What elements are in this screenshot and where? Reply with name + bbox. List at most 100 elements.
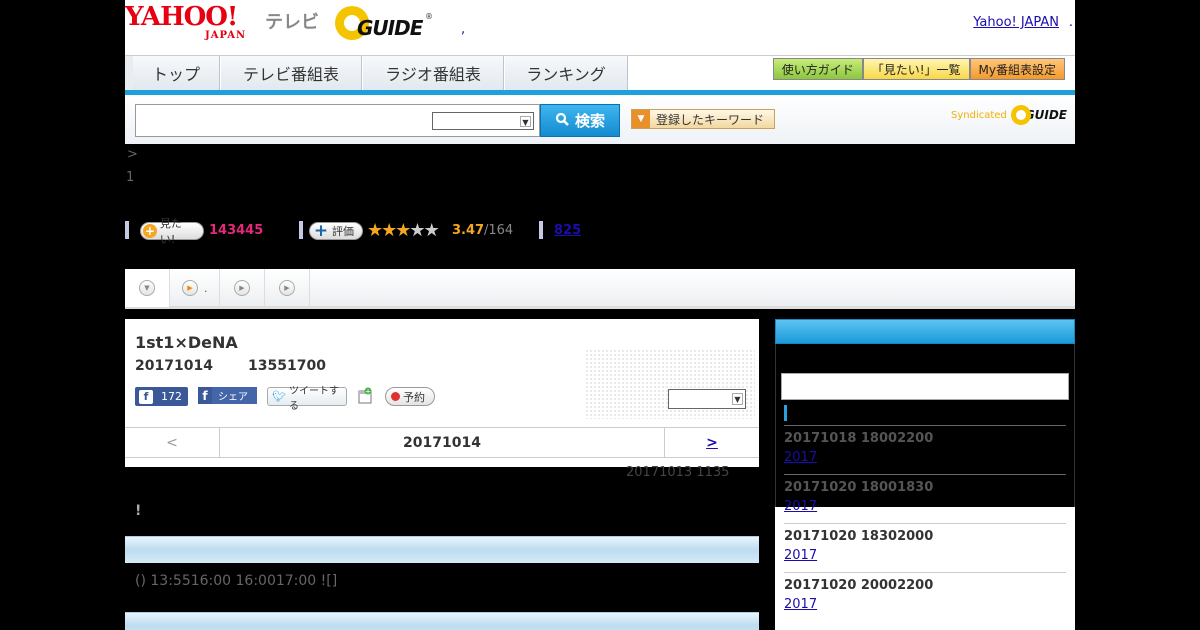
rating-stars: ★★★★★ — [367, 220, 440, 241]
header-separator: , — [461, 22, 466, 37]
program-detail-panel: 1st1×DeNA 20171014 13551700 f 172 f シェア … — [125, 319, 759, 467]
search-button-label: 検索 — [574, 112, 605, 130]
stats-divider — [125, 221, 129, 239]
gguide-g-small-icon — [1010, 105, 1031, 125]
play-circle-icon: ▶ — [279, 280, 295, 296]
sidebar-search-input[interactable] — [781, 373, 1069, 400]
search-button[interactable]: 検索 — [540, 104, 620, 137]
broadcast-datetime: 20171018 18002200 — [784, 431, 934, 446]
broadcast-year-link[interactable]: 2017 — [784, 597, 817, 612]
site-header: YAHOO! JAPAN テレビ GUIDE ® , Yahoo! JAPAN … — [125, 0, 1075, 55]
breadcrumb-arrow: > — [127, 147, 138, 162]
yahoo-logo-japan: JAPAN — [205, 30, 247, 41]
registered-mark: ® — [425, 12, 433, 21]
sidebar-broadcast-item[interactable]: 20171018 18002200 2017 — [784, 425, 1066, 474]
plus-icon: + — [313, 221, 329, 241]
notice-mark: ! — [135, 503, 142, 519]
syndicated-gguide-logo: Syndicated GUIDE — [951, 105, 1067, 125]
main-nav: トップ テレビ番組表 ラジオ番組表 ランキング 使い方ガイド 「見たい!」一覧 … — [125, 55, 1075, 90]
program-time: 13551700 — [248, 358, 326, 374]
record-reserve-button[interactable]: 予約 — [385, 387, 435, 406]
chevron-down-icon: ▼ — [520, 116, 531, 127]
star-icon: ★ — [381, 220, 397, 241]
rate-label: 評価 — [332, 225, 354, 238]
broadcast-datetime: 20171020 20002200 — [784, 578, 934, 593]
broadcast-year-link[interactable]: 2017 — [784, 450, 817, 465]
syndicated-label: Syndicated — [951, 109, 1007, 121]
triangle-down-icon: ▼ — [632, 110, 650, 128]
broadcast-datetime: 20171020 18001830 — [784, 480, 934, 495]
yahoo-japan-logo[interactable]: YAHOO! JAPAN — [125, 2, 245, 41]
tweet-button[interactable]: 🐦︎ ツイートする — [267, 386, 347, 412]
broadcast-info: () 13:5516:00 16:0017:00 ![] — [135, 573, 338, 589]
twitter-bird-icon: 🐦︎ — [272, 390, 286, 403]
tv-label: テレビ — [265, 12, 319, 33]
star-icon: ★ — [423, 220, 440, 241]
play-circle-icon: ▶ — [234, 280, 250, 296]
sidebar-broadcast-item[interactable]: 20171020 20002200 2017 — [784, 572, 1066, 621]
tweet-label: ツイートする — [288, 385, 339, 412]
record-dot-icon — [391, 392, 400, 401]
tab-program-info[interactable]: ▼ — [125, 269, 170, 307]
last-updated: 20171013 1135 — [626, 465, 730, 480]
chevron-down-icon: ▼ — [732, 393, 743, 405]
star-icon: ★ — [395, 220, 411, 241]
want-to-watch-button[interactable]: + 見たい! — [140, 217, 204, 246]
want-to-watch-list-button[interactable]: 「見たい!」一覧 — [862, 58, 970, 80]
section-header-band — [125, 536, 759, 563]
broadcast-year-link[interactable]: 2017 — [784, 548, 817, 563]
want-to-watch-count: 143445 — [209, 223, 264, 238]
add-to-calendar-icon[interactable]: + — [357, 387, 373, 405]
play-circle-icon: ▶ — [182, 280, 198, 296]
program-date: 20171014 — [135, 358, 213, 374]
syndicated-logo-text: GUIDE — [1024, 108, 1067, 122]
rating-count: /164 — [484, 223, 514, 238]
nav-tab-ranking[interactable]: ランキング — [504, 56, 628, 90]
tab-cast[interactable]: ▶ — [220, 269, 265, 307]
gguide-logo[interactable]: GUIDE ® — [335, 6, 433, 42]
yahoo-japan-link[interactable]: Yahoo! JAPAN — [973, 15, 1059, 30]
yahoo-logo-text: YAHOO! — [125, 2, 238, 32]
program-option-select[interactable]: ▼ — [668, 389, 746, 409]
date-pager: < 20171014 > — [125, 427, 759, 458]
section-header-band — [125, 612, 759, 630]
sidebar-broadcast-item[interactable]: 20171020 18302000 2017 — [784, 523, 1066, 572]
nav-tab-tv-schedule[interactable]: テレビ番組表 — [220, 56, 362, 90]
stats-divider — [299, 221, 303, 239]
rate-button[interactable]: + 評価 — [309, 221, 363, 241]
review-count-link[interactable]: 825 — [554, 223, 581, 238]
star-icon: ★ — [409, 220, 425, 241]
tab-related-label: . — [204, 281, 208, 295]
search-category-select[interactable]: ▼ — [432, 112, 534, 130]
sidebar-broadcast-item[interactable]: 20171020 18001830 2017 — [784, 474, 1066, 523]
my-schedule-settings-button[interactable]: My番組表設定 — [969, 58, 1065, 80]
tab-related[interactable]: ▶ . — [170, 269, 220, 307]
nav-tab-top[interactable]: トップ — [125, 56, 220, 90]
header-dot: . — [1068, 15, 1073, 30]
nav-tab-radio-schedule[interactable]: ラジオ番組表 — [362, 56, 504, 90]
sidebar-section-marker — [784, 405, 787, 421]
previous-day-button[interactable]: < — [125, 428, 220, 457]
facebook-share-label: シェア — [218, 392, 248, 403]
category-number: 1 — [126, 170, 135, 185]
facebook-icon: f — [139, 389, 153, 404]
tab-reviews[interactable]: ▶ — [265, 269, 310, 307]
search-icon — [555, 112, 569, 130]
facebook-like-count: 172 — [161, 390, 182, 403]
gguide-logo-text: GUIDE — [357, 16, 423, 40]
facebook-share-button[interactable]: f シェア — [198, 387, 257, 404]
chevron-down-circle-icon: ▼ — [139, 280, 155, 296]
saved-keywords-button[interactable]: ▼ 登録したキーワード — [631, 109, 775, 129]
reserve-label: 予約 — [403, 390, 425, 404]
saved-keywords-label: 登録したキーワード — [656, 112, 765, 127]
sidebar-header — [775, 319, 1075, 344]
usage-guide-button[interactable]: 使い方ガイド — [772, 58, 863, 80]
stats-divider — [539, 221, 543, 239]
facebook-like-button[interactable]: f 172 — [135, 387, 188, 406]
broadcast-year-link[interactable]: 2017 — [784, 499, 817, 514]
pager-date: 20171014 — [403, 434, 481, 451]
program-stats: + 見たい! 143445 + 評価 ★★★★★ 3.47 /164 825 — [125, 217, 725, 246]
next-day-button[interactable]: > — [664, 428, 759, 457]
broadcast-datetime: 20171020 18302000 — [784, 529, 934, 544]
nav-sub-links: 使い方ガイド 「見たい!」一覧 My番組表設定 — [772, 58, 1065, 80]
